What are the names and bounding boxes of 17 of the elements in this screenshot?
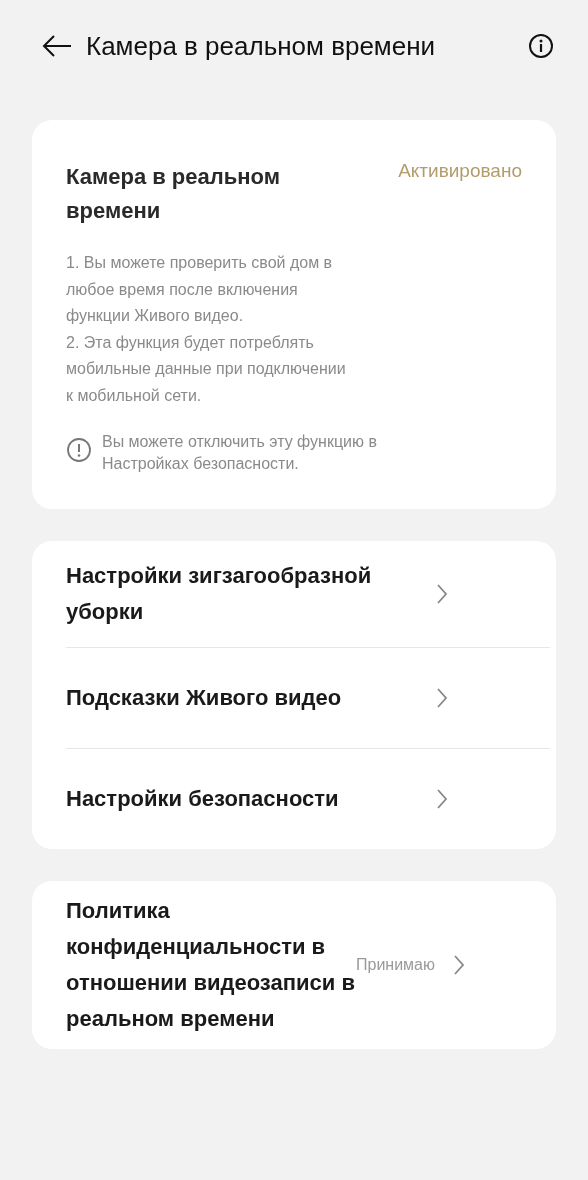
settings-item[interactable]: Настройки безопасности bbox=[66, 749, 556, 849]
chevron-icon bbox=[453, 954, 465, 976]
status-label: Активировано bbox=[398, 160, 522, 182]
chevron-icon bbox=[436, 687, 448, 709]
description-text: 2. Эта функция будет потреблять мобильные данные при подключении к мобильной сети. bbox=[66, 332, 347, 406]
chevron-icon bbox=[436, 583, 448, 605]
info-icon[interactable] bbox=[528, 33, 554, 59]
notice-text: Вы можете отключить эту функцию в Настройках безопасности. bbox=[102, 432, 378, 474]
settings-item[interactable]: Подсказки Живого видео bbox=[66, 648, 556, 748]
feature-title: Камера в реальном времени bbox=[66, 163, 281, 225]
policy-item[interactable]: Политика конфиденциальности в отношении видеозаписи в реальном времени Принимаю bbox=[66, 893, 556, 1037]
exclamation-icon bbox=[66, 437, 92, 463]
chevron-icon bbox=[436, 788, 448, 810]
back-arrow-icon[interactable] bbox=[42, 34, 72, 58]
page-title: Камера в реальном времени bbox=[86, 30, 437, 62]
settings-item[interactable]: Настройки зигзагообразной уборки bbox=[66, 541, 556, 647]
description-text: 1. Вы можете проверить свой дом в любое время после включения функции Живого видео. bbox=[66, 253, 334, 326]
